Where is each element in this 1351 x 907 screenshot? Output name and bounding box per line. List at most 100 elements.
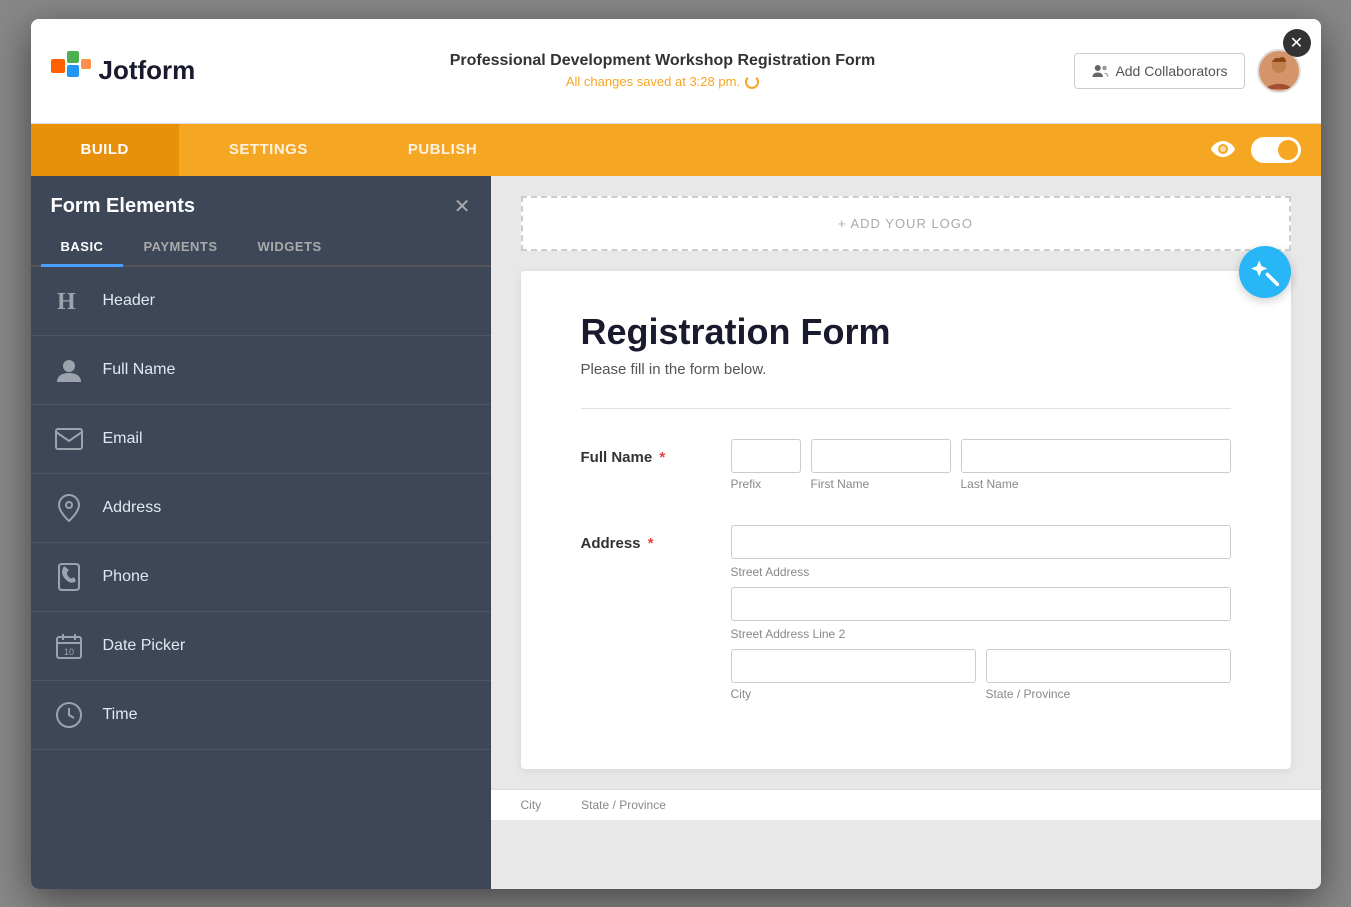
time-element-icon: [51, 697, 87, 733]
full-name-label-text: Full Name: [581, 449, 653, 466]
address-required-star: *: [648, 535, 654, 552]
tab-bar: BUILD SETTINGS PUBLISH: [31, 124, 1321, 176]
app-header: Jotform Professional Development Worksho…: [31, 19, 1321, 124]
saved-status: All changes saved at 3:28 pm.: [251, 74, 1075, 89]
tab-publish-label: PUBLISH: [408, 141, 477, 158]
address-field-row: Address * Street Address Street Address …: [581, 525, 1231, 701]
element-item-phone[interactable]: Phone: [31, 543, 491, 612]
date-picker-element-icon: 10: [51, 628, 87, 664]
form-divider: [581, 408, 1231, 409]
saved-status-text: All changes saved at 3:28 pm.: [566, 74, 740, 89]
header-right: Add Collaborators: [1074, 49, 1300, 93]
element-item-full-name[interactable]: Full Name: [31, 336, 491, 405]
last-name-field-wrap: Last Name: [961, 439, 1231, 491]
header-element-icon: H: [51, 283, 87, 319]
full-name-fields-group: Prefix First Name Last Name: [731, 439, 1231, 497]
date-picker-element-label: Date Picker: [103, 637, 186, 655]
logo-placeholder-text: + ADD YOUR LOGO: [838, 216, 973, 231]
full-name-required-star: *: [659, 449, 665, 466]
main-content: Form Elements ✕ BASIC PAYMENTS WIDGETS: [31, 176, 1321, 889]
element-item-time[interactable]: Time: [31, 681, 491, 750]
address-element-label: Address: [103, 499, 162, 517]
prefix-field-wrap: Prefix: [731, 439, 801, 491]
street-address-2-input[interactable]: [731, 587, 1231, 621]
prefix-input[interactable]: [731, 439, 801, 473]
first-name-field-wrap: First Name: [811, 439, 951, 491]
preview-eye-icon[interactable]: [1211, 137, 1235, 163]
logo-add-bar[interactable]: + ADD YOUR LOGO: [521, 196, 1291, 251]
address-field-label: Address *: [581, 525, 711, 552]
full-name-field-label: Full Name *: [581, 439, 711, 466]
tab-settings[interactable]: SETTINGS: [179, 124, 358, 176]
address-city-state-row: City State / Province: [731, 649, 1231, 701]
sidebar-close-icon: ✕: [454, 196, 471, 218]
street-address-2-label: Street Address Line 2: [731, 627, 1231, 641]
form-subheading: Please fill in the form below.: [581, 361, 1231, 378]
element-item-header[interactable]: H Header: [31, 267, 491, 336]
sidebar-tab-basic-label: BASIC: [61, 239, 104, 254]
state-input[interactable]: [986, 649, 1231, 683]
magic-wand-button[interactable]: [1239, 246, 1291, 298]
refresh-icon: [745, 75, 759, 89]
form-card: Registration Form Please fill in the for…: [521, 271, 1291, 769]
user-avatar-image: [1259, 51, 1299, 91]
svg-text:H: H: [57, 289, 76, 315]
city-col: City: [731, 649, 976, 701]
form-title: Professional Development Workshop Regist…: [251, 52, 1075, 70]
add-collaborators-label: Add Collaborators: [1115, 63, 1227, 79]
email-element-label: Email: [103, 430, 143, 448]
sidebar-close-button[interactable]: ✕: [454, 194, 471, 219]
logo-area: Jotform: [51, 51, 251, 91]
sidebar-tab-payments[interactable]: PAYMENTS: [123, 229, 237, 265]
first-name-label: First Name: [811, 477, 870, 491]
bottom-hint-bar: City State / Province: [491, 789, 1321, 820]
logo-text: Jotform: [99, 55, 196, 86]
state-label: State / Province: [986, 687, 1231, 701]
first-name-input[interactable]: [811, 439, 951, 473]
tab-bar-right: [1211, 124, 1321, 176]
modal-close-button[interactable]: ✕: [1283, 29, 1311, 57]
address-fields-group: Street Address Street Address Line 2 Cit…: [731, 525, 1231, 701]
last-name-input[interactable]: [961, 439, 1231, 473]
email-element-icon: [51, 421, 87, 457]
sidebar-title: Form Elements: [51, 195, 195, 218]
sidebar: Form Elements ✕ BASIC PAYMENTS WIDGETS: [31, 176, 491, 889]
state-col: State / Province: [986, 649, 1231, 701]
form-heading: Registration Form: [581, 311, 1231, 353]
tab-build[interactable]: BUILD: [31, 124, 179, 176]
city-input[interactable]: [731, 649, 976, 683]
sidebar-header: Form Elements ✕: [31, 176, 491, 229]
street-address-input[interactable]: [731, 525, 1231, 559]
phone-element-label: Phone: [103, 568, 149, 586]
svg-text:10: 10: [64, 647, 74, 657]
add-collaborators-button[interactable]: Add Collaborators: [1074, 53, 1244, 89]
form-area: + ADD YOUR LOGO Registration Form Please…: [491, 176, 1321, 889]
close-icon: ✕: [1290, 33, 1303, 53]
eye-svg: [1211, 141, 1235, 157]
toggle-switch[interactable]: [1251, 137, 1301, 163]
jotform-logo-icon: [51, 51, 91, 91]
bottom-state-hint: State / Province: [581, 798, 666, 812]
element-item-date-picker[interactable]: 10 Date Picker: [31, 612, 491, 681]
modal-wrapper: ✕ Jotform Professional Development Works…: [31, 19, 1321, 889]
tab-build-label: BUILD: [81, 141, 129, 158]
sidebar-tab-basic[interactable]: BASIC: [41, 229, 124, 267]
element-item-address[interactable]: Address: [31, 474, 491, 543]
tab-publish[interactable]: PUBLISH: [358, 124, 527, 176]
sidebar-tab-widgets[interactable]: WIDGETS: [238, 229, 342, 265]
element-item-email[interactable]: Email: [31, 405, 491, 474]
elements-list: H Header Full Name: [31, 267, 491, 889]
header-center: Professional Development Workshop Regist…: [251, 52, 1075, 89]
street-address-label: Street Address: [731, 565, 1231, 579]
full-name-element-label: Full Name: [103, 361, 176, 379]
tab-settings-label: SETTINGS: [229, 141, 308, 158]
address-element-icon: [51, 490, 87, 526]
wand-icon: [1251, 258, 1279, 286]
bottom-city-hint: City: [521, 798, 542, 812]
address-label-text: Address: [581, 535, 641, 552]
last-name-label: Last Name: [961, 477, 1019, 491]
full-name-element-icon: [51, 352, 87, 388]
name-fields: Prefix First Name Last Name: [731, 439, 1231, 491]
phone-element-icon: [51, 559, 87, 595]
toggle-knob: [1278, 140, 1298, 160]
